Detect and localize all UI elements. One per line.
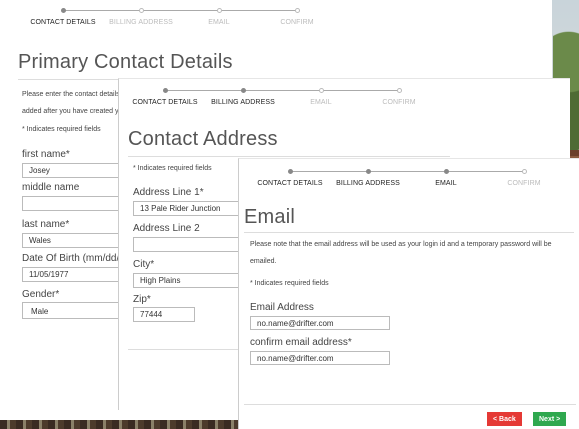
first-name-label: first name* (22, 149, 70, 160)
last-name-field[interactable]: Wales (22, 233, 132, 248)
confirm-email-field[interactable]: no.name@drifter.com (250, 351, 390, 365)
email-instructions: Please note that the email address will … (250, 241, 552, 265)
city-label: City* (133, 259, 155, 270)
confirm-email-label: confirm email address* (250, 337, 352, 348)
middle-name-field[interactable] (22, 196, 132, 211)
email-address-label: Email Address (250, 302, 314, 313)
address-line1-field[interactable]: 13 Pale Rider Junction (133, 201, 243, 216)
next-button[interactable]: Next > (533, 412, 567, 426)
first-name-field[interactable]: Josey (22, 163, 132, 178)
address-line2-label: Address Line 2 (133, 223, 200, 234)
gender-select[interactable]: Male (22, 302, 132, 319)
stepper: CONTACT DETAILS BILLING ADDRESS EMAIL CO… (126, 88, 438, 106)
step-email: EMAIL (407, 169, 524, 187)
step-confirm: CONFIRM (485, 169, 563, 187)
step-contact-details: CONTACT DETAILS (24, 8, 141, 26)
gender-label: Gender* (22, 289, 60, 300)
middle-name-label: middle name (22, 182, 80, 193)
step-billing-address: BILLING ADDRESS (329, 169, 446, 187)
dob-field[interactable]: 11/05/1977 (22, 267, 132, 282)
back-button[interactable]: < Back (487, 412, 522, 426)
zip-field[interactable]: 77444 (133, 307, 195, 322)
page-title: Contact Address (128, 128, 278, 150)
required-fields-note: * Indicates required fields (250, 280, 329, 287)
address-line2-field[interactable] (133, 237, 243, 252)
footer-divider (128, 349, 240, 350)
step-email: EMAIL (282, 88, 399, 106)
title-divider (244, 232, 574, 233)
title-divider (128, 156, 450, 157)
zip-label: Zip* (133, 294, 151, 305)
step-confirm: CONFIRM (360, 88, 438, 106)
step-billing-address: BILLING ADDRESS (102, 8, 219, 26)
page-title: Primary Contact Details (18, 51, 233, 73)
email-panel: CONTACT DETAILS BILLING ADDRESS EMAIL CO… (238, 158, 579, 429)
email-address-field[interactable]: no.name@drifter.com (250, 316, 390, 330)
step-confirm: CONFIRM (258, 8, 336, 26)
stepper: CONTACT DETAILS BILLING ADDRESS EMAIL CO… (24, 8, 336, 26)
step-contact-details: CONTACT DETAILS (126, 88, 243, 106)
required-fields-note: * Indicates required fields (133, 165, 212, 172)
step-email: EMAIL (180, 8, 297, 26)
stepper: CONTACT DETAILS BILLING ADDRESS EMAIL CO… (251, 169, 563, 187)
last-name-label: last name* (22, 219, 70, 230)
footer-divider (244, 404, 576, 405)
city-field[interactable]: High Plains (133, 273, 243, 288)
instructions-text: Please enter the contact details added af… (22, 91, 120, 115)
page-title: Email (244, 206, 296, 228)
step-contact-details: CONTACT DETAILS (251, 169, 368, 187)
required-fields-note: * Indicates required fields (22, 126, 101, 133)
dob-label: Date Of Birth (mm/dd/yy (22, 253, 130, 264)
address-line1-label: Address Line 1* (133, 187, 204, 198)
step-billing-address: BILLING ADDRESS (204, 88, 321, 106)
